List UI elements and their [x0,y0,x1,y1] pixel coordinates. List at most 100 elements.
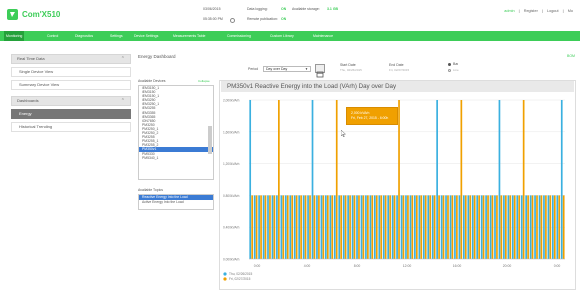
nav-settings[interactable]: Settings [108,31,125,41]
sidebar-item-energy[interactable]: Energy [11,109,131,119]
devices-list[interactable]: iEM3150_1 iEM3150 iEM3150_1 iEM3250 iEM3250_… [138,85,214,180]
nav-control[interactable]: Control [45,31,60,41]
bar [476,195,479,259]
bar [302,195,305,259]
line-radio[interactable] [448,69,451,72]
scrollbar[interactable] [208,126,212,154]
logo-icon [7,9,18,20]
nav-commissioning[interactable]: Commissioning [225,31,253,41]
bar [543,195,545,259]
bar [282,195,285,259]
period-label: Period [248,67,259,71]
bar [447,195,449,259]
topic-item[interactable]: Active Energy Into the Load [139,200,213,205]
bar [562,195,565,259]
bar [427,195,430,259]
bar [462,195,465,259]
bar [454,195,456,259]
bar [469,195,472,259]
bar [436,100,438,259]
bar [449,195,452,259]
bar [464,195,467,259]
bar [295,195,298,259]
nav-monitoring[interactable]: Monitoring [4,31,25,41]
bar [365,195,367,259]
x-tick-label: 12:00 [403,264,412,268]
bar [342,195,345,259]
nav-device-settings[interactable]: Device Settings [132,31,160,41]
bar [304,195,307,259]
bar [494,195,496,259]
nav-diagnostics[interactable]: Diagnostics [73,31,95,41]
user-link[interactable]: admin [504,9,514,13]
bar [347,195,349,259]
sidebar-header-label: Dashboards [17,98,39,103]
available-storage-label: Available storage: [292,7,320,11]
bar [556,195,559,259]
bar [411,195,414,259]
logout-link[interactable]: Logout [547,9,559,13]
register-link[interactable]: Register [524,9,538,13]
calendar-button[interactable] [315,64,325,78]
x-tick-label: 0:00 [254,264,261,268]
more-link[interactable]: Mo [568,9,573,13]
bar [505,195,507,259]
legend-label: Fri, 02/27/2015 [229,277,251,281]
bar [391,195,394,259]
bar [451,195,454,259]
bar [335,100,338,259]
bar [402,195,405,259]
clock-date: 03/06/2015 [203,7,221,11]
bar [351,195,354,259]
collapse-link[interactable]: Collapse [198,79,210,83]
sidebar-item-historical[interactable]: Historical Trending [11,122,131,132]
bar-radio[interactable] [448,63,451,66]
bar [276,195,278,259]
bar [382,195,385,259]
nav-maintenance[interactable]: Maintenance [311,31,335,41]
bar [373,195,376,259]
start-date-value[interactable]: Thu, 02/26/2015 [340,68,362,72]
available-devices-label: Available Devices [138,79,166,83]
bar [293,195,296,259]
y-tick-label: 2,000kVArh [223,99,240,103]
sidebar-header-real-time[interactable]: Real Time Data ⌃ [11,54,131,64]
bar [371,195,374,259]
bar [418,195,421,259]
available-storage-value: 3.1 GB [327,7,339,11]
nav-measurements-table[interactable]: Measurements Table [171,31,207,41]
topics-list[interactable]: Reactive Energy Into the Load Active Ene… [138,194,214,210]
bar [289,195,292,259]
user-links: admin | Register | Logout | Mo [504,9,573,13]
bar [322,195,325,259]
header: Com'X510 03/06/2015 05:35:00 PM Data log… [0,0,580,30]
bar [429,195,432,259]
remote-publication-label: Remote publication: [247,17,278,21]
bar [396,195,398,259]
bar [460,100,463,259]
bar [553,195,556,259]
bar [331,195,334,259]
bar [291,195,294,259]
bar [414,195,416,259]
bar [340,195,343,259]
bar [253,195,256,259]
available-topics-label: Available Topics [138,188,163,192]
bar [560,100,563,259]
chevron-up-icon: ⌃ [120,56,125,62]
bar [358,195,360,259]
bar [511,195,514,259]
bar [260,195,262,259]
nav-custom-library[interactable]: Custom Library [268,31,296,41]
bar [500,195,503,259]
bar [405,195,407,259]
device-item[interactable]: PM5340_1 [139,156,213,160]
sidebar-header-dashboards[interactable]: Dashboards ⌃ [11,96,131,106]
bar [384,195,387,259]
period-select[interactable]: Day over Day ▼ [263,66,311,72]
end-date-value[interactable]: Fri, 02/27/2015 [389,68,409,72]
sidebar-item-summary-device[interactable]: Summary Device View [11,80,131,90]
top-link[interactable]: BOM [567,54,575,58]
bar [329,195,332,259]
sidebar-item-single-device[interactable]: Single Device View [11,67,131,77]
